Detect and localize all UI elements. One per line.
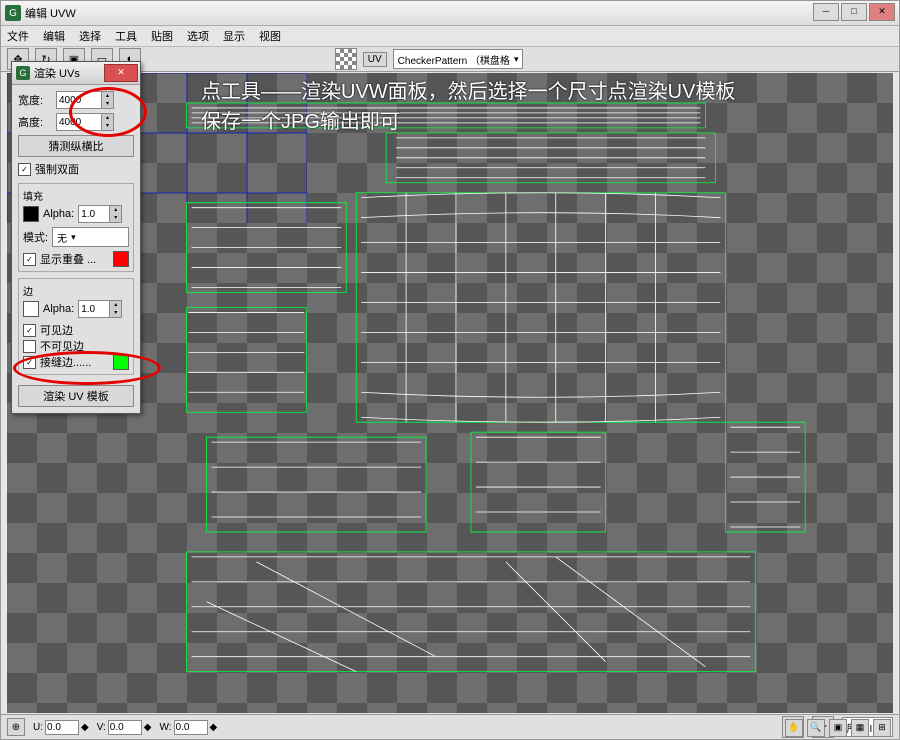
render-uvs-panel: G 渲染 UVs ✕ 宽度: ▴▾ 高度: ▴▾ 猜测纵横比 ✓强制双面 填充 … bbox=[11, 61, 141, 414]
show-overlap-checkbox[interactable]: ✓显示重叠 ... bbox=[23, 251, 129, 267]
force-2sided-checkbox[interactable]: ✓强制双面 bbox=[18, 161, 134, 177]
edges-legend: 边 bbox=[23, 283, 129, 298]
statusbar: ⊕ U:◆ V:◆ W:◆ ▿ ⟳ 所有 ID ✋🔍▣▦⊞ bbox=[1, 714, 899, 739]
panel-close-button[interactable]: ✕ bbox=[104, 64, 138, 82]
guess-aspect-button[interactable]: 猜测纵横比 bbox=[18, 135, 134, 157]
height-spinner[interactable]: ▴▾ bbox=[56, 113, 114, 131]
snap-icon[interactable]: ⊞ bbox=[873, 719, 891, 737]
checker-icon[interactable] bbox=[335, 48, 357, 70]
uv-button[interactable]: UV bbox=[363, 52, 387, 67]
panel-title: 渲染 UVs bbox=[34, 65, 80, 81]
fill-color-swatch[interactable] bbox=[23, 206, 39, 222]
zoom-extents-icon[interactable]: ▦ bbox=[851, 719, 869, 737]
width-spinner[interactable]: ▴▾ bbox=[56, 91, 114, 109]
menu-view[interactable]: 视图 bbox=[259, 28, 281, 44]
render-uv-template-button[interactable]: 渲染 UV 模板 bbox=[18, 385, 134, 407]
menu-options[interactable]: 选项 bbox=[187, 28, 209, 44]
menu-file[interactable]: 文件 bbox=[7, 28, 29, 44]
width-label: 宽度: bbox=[18, 92, 52, 108]
mode-dropdown[interactable]: 无 bbox=[52, 227, 129, 247]
edge-alpha-spinner[interactable]: ▴▾ bbox=[78, 300, 122, 318]
close-button[interactable]: ✕ bbox=[869, 3, 895, 21]
app-icon: G bbox=[5, 5, 21, 21]
titlebar: G 编辑 UVW ─ □ ✕ bbox=[1, 1, 899, 26]
fill-legend: 填充 bbox=[23, 188, 129, 203]
pan-icon[interactable]: ✋ bbox=[785, 719, 803, 737]
height-label: 高度: bbox=[18, 114, 52, 130]
seam-color-swatch[interactable] bbox=[113, 354, 129, 370]
w-input[interactable] bbox=[174, 720, 208, 735]
overlap-color-swatch[interactable] bbox=[113, 251, 129, 267]
panel-icon: G bbox=[16, 66, 30, 80]
w-label: W: bbox=[159, 722, 171, 733]
edge-color-swatch[interactable] bbox=[23, 301, 39, 317]
zoom-region-icon[interactable]: ▣ bbox=[829, 719, 847, 737]
maximize-button[interactable]: □ bbox=[841, 3, 867, 21]
width-input[interactable] bbox=[57, 95, 101, 106]
v-label: V: bbox=[97, 722, 106, 733]
seam-edge-checkbox[interactable]: ✓接缝边...... bbox=[23, 354, 129, 370]
menu-select[interactable]: 选择 bbox=[79, 28, 101, 44]
menubar: 文件 编辑 选择 工具 贴图 选项 显示 视图 bbox=[1, 26, 899, 47]
checker-pattern-dropdown[interactable]: CheckerPattern （棋盘格 bbox=[393, 49, 524, 69]
u-input[interactable] bbox=[45, 720, 79, 735]
menu-display[interactable]: 显示 bbox=[223, 28, 245, 44]
window-title: 编辑 UVW bbox=[25, 5, 76, 21]
zoom-icon[interactable]: 🔍 bbox=[807, 719, 825, 737]
menu-mapping[interactable]: 贴图 bbox=[151, 28, 173, 44]
minimize-button[interactable]: ─ bbox=[813, 3, 839, 21]
lock-icon[interactable]: ⊕ bbox=[7, 718, 25, 736]
height-input[interactable] bbox=[57, 117, 101, 128]
visible-edge-checkbox[interactable]: ✓可见边 bbox=[23, 322, 129, 338]
u-label: U: bbox=[33, 722, 43, 733]
invisible-edge-checkbox[interactable]: 不可见边 bbox=[23, 338, 129, 354]
fill-alpha-spinner[interactable]: ▴▾ bbox=[78, 205, 122, 223]
menu-tools[interactable]: 工具 bbox=[115, 28, 137, 44]
menu-edit[interactable]: 编辑 bbox=[43, 28, 65, 44]
v-input[interactable] bbox=[108, 720, 142, 735]
tutorial-annotation: 点工具——渲染UVW面板，然后选择一个尺寸点渲染UV模板 保存一个JPG输出即可 bbox=[201, 77, 879, 137]
